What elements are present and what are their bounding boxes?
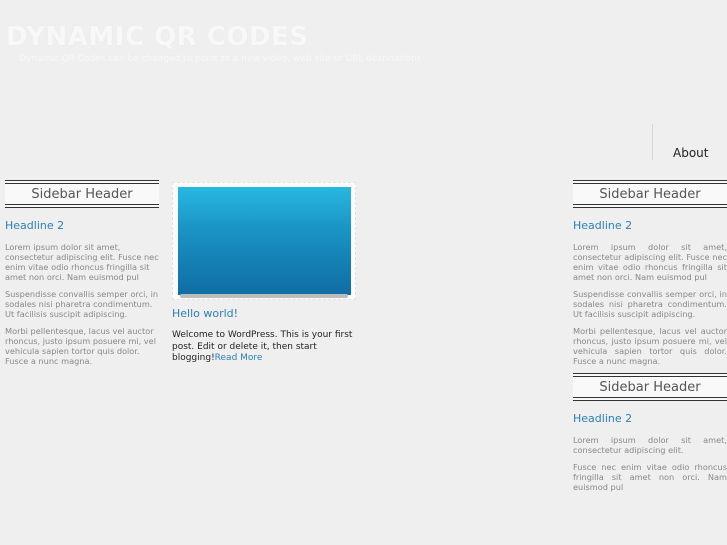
post-title[interactable]: Hello world! [172, 307, 356, 320]
sidebar-paragraph: Lorem ipsum dolor sit amet, consectetur … [573, 242, 727, 282]
nav-item-about[interactable]: About [673, 146, 708, 160]
sidebar-paragraph: Lorem ipsum dolor sit amet, consectetur … [573, 435, 727, 455]
read-more-link[interactable]: Read More [215, 353, 263, 363]
right-sidebar: Sidebar Header Headline 2 Lorem ipsum do… [573, 180, 727, 499]
sidebar-paragraph: Lorem ipsum dolor sit amet, consectetur … [5, 242, 159, 282]
thumbnail-shadow [180, 294, 348, 298]
sidebar-header: Sidebar Header [573, 373, 727, 401]
post-thumbnail[interactable] [178, 187, 351, 295]
sidebar-header: Sidebar Header [573, 180, 727, 208]
sidebar-paragraph: Suspendisse convallis semper orci, in so… [5, 289, 159, 319]
sidebar-block: Sidebar Header Headline 2 Lorem ipsum do… [573, 180, 727, 366]
sidebar-paragraph: Suspendisse convallis semper orci, in so… [573, 289, 727, 319]
sidebar-headline[interactable]: Headline 2 [573, 219, 727, 232]
site-description: Dynamic QR Codes can be changed to point… [19, 54, 421, 64]
sidebar-paragraph: Fusce nec enim vitae odio rhoncus fringi… [573, 462, 727, 492]
post-thumbnail-frame [172, 182, 356, 300]
post: Hello world! Welcome to WordPress. This … [172, 182, 356, 365]
sidebar-headline[interactable]: Headline 2 [573, 412, 727, 425]
sidebar-block: Sidebar Header Headline 2 Lorem ipsum do… [573, 373, 727, 492]
sidebar-header: Sidebar Header [5, 180, 159, 208]
site-title[interactable]: DYNAMIC QR CODES [6, 22, 309, 52]
sidebar-paragraph: Morbi pellentesque, lacus vel auctor rho… [573, 326, 727, 366]
sidebar-paragraph: Morbi pellentesque, lacus vel auctor rho… [5, 326, 156, 366]
sidebar-headline[interactable]: Headline 2 [5, 219, 159, 232]
left-sidebar: Sidebar Header Headline 2 Lorem ipsum do… [5, 180, 159, 373]
post-body: Welcome to WordPress. This is your first… [172, 330, 354, 365]
main-nav: About [652, 124, 727, 160]
